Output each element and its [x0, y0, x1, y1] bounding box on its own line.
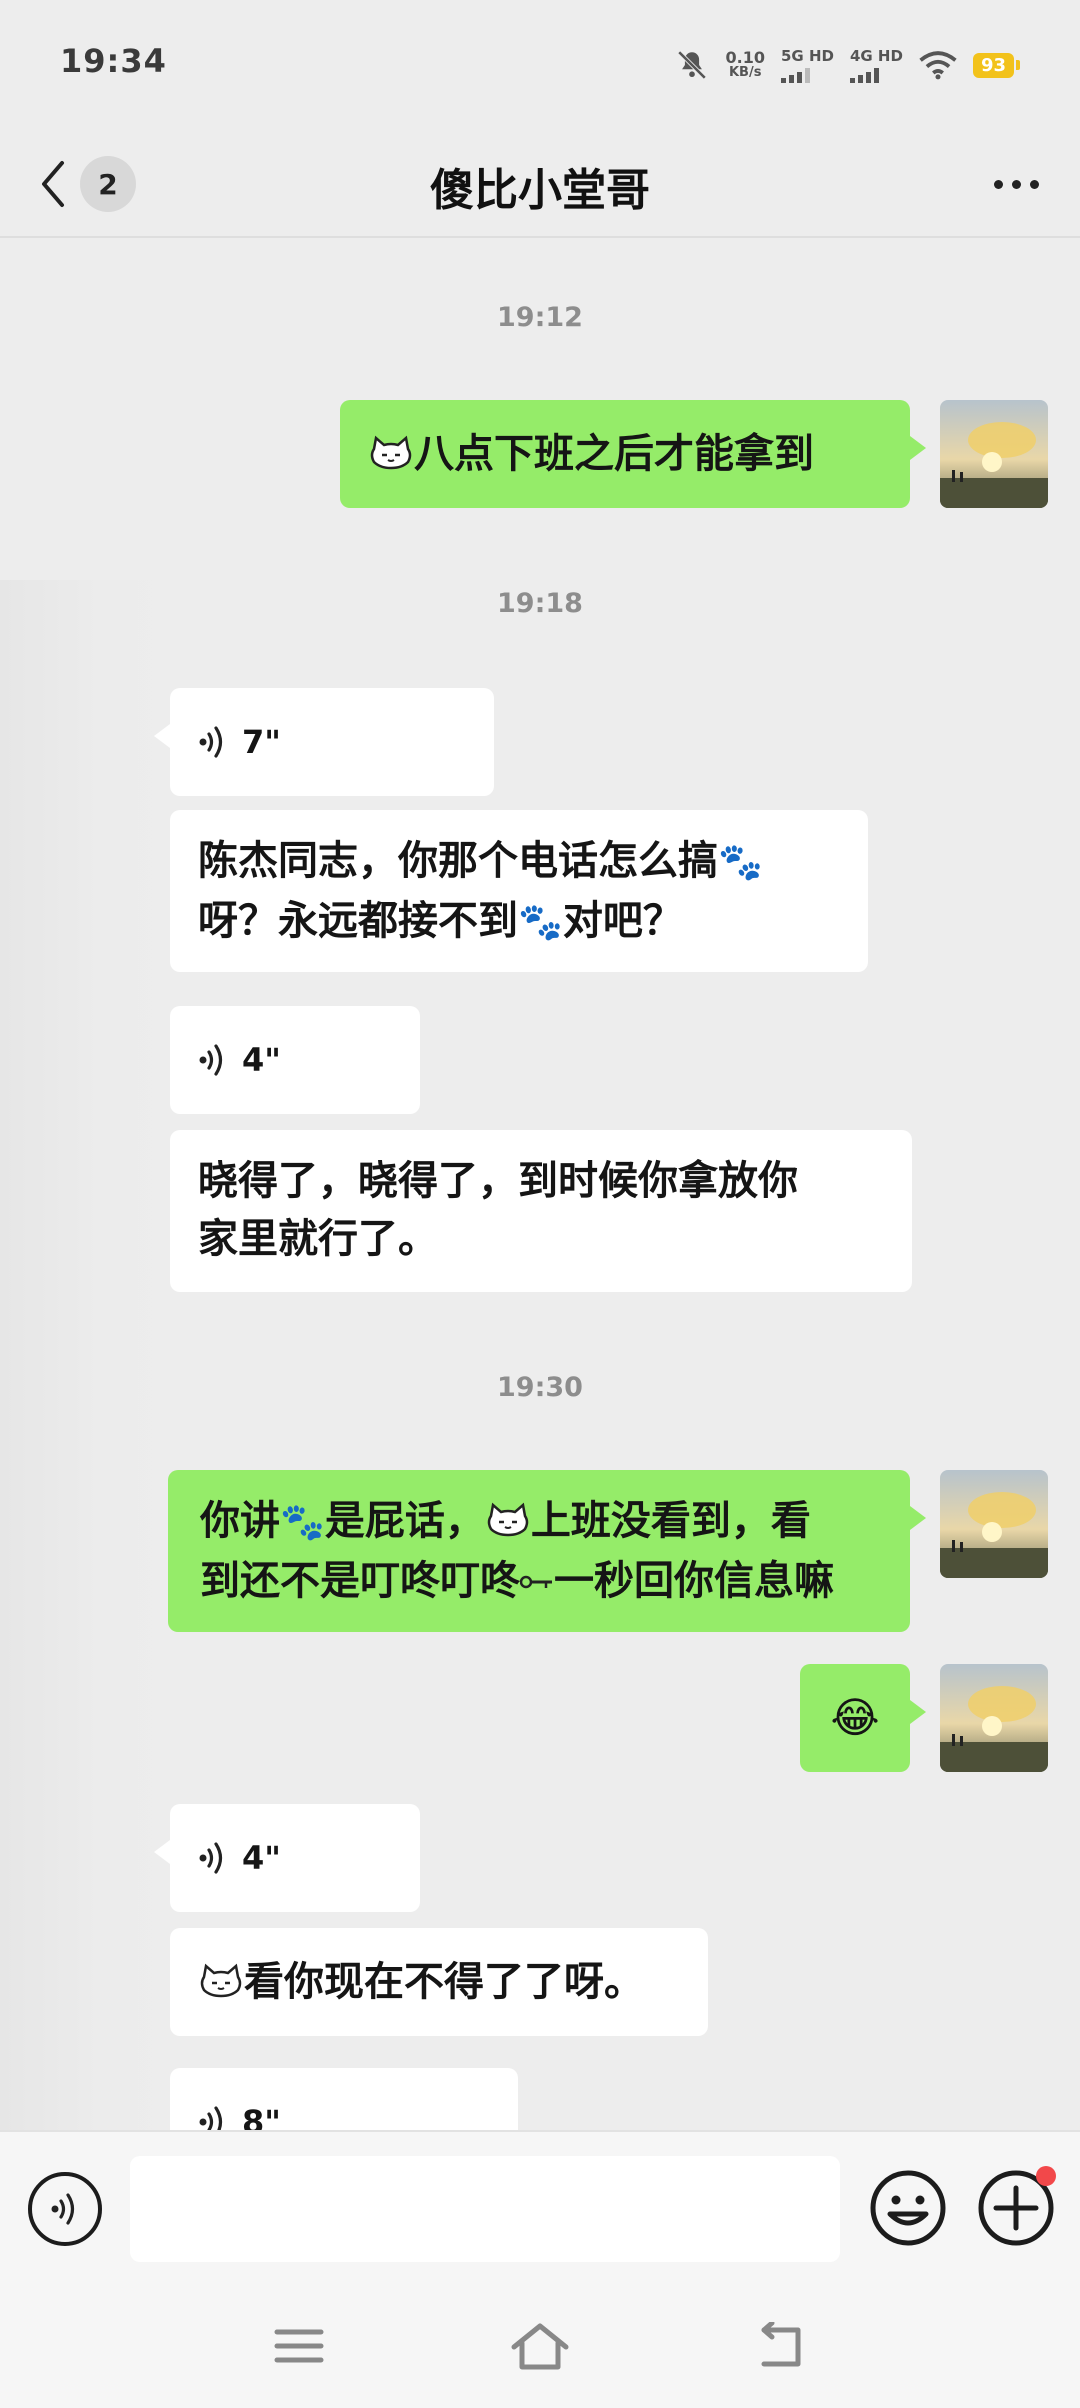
voice-wave-icon: [199, 1842, 223, 1874]
received-message-bubble[interactable]: 看你现在不得了了呀。: [170, 1928, 708, 2036]
voice-duration: 7": [242, 723, 281, 761]
message-timestamp: 19:18: [497, 588, 583, 619]
system-nav-bar: [0, 2290, 1080, 2408]
network-speed: 0.10 KB/s: [725, 48, 765, 81]
sent-message-bubble[interactable]: 八点下班之后才能拿到: [340, 400, 926, 508]
paw-prints-icon: 🐾: [280, 1502, 325, 1543]
signal-4g: 4G HD: [849, 47, 903, 83]
cat-face-icon: [200, 1963, 242, 1998]
back-arrow-icon: [761, 2322, 801, 2367]
more-dot-icon: [993, 179, 1003, 189]
signal-bars-icon: [780, 67, 810, 83]
paw-prints-icon: 🐾: [718, 842, 763, 883]
more-dot-icon: [1011, 179, 1021, 189]
voice-input-button[interactable]: [28, 2172, 102, 2246]
message-text-input[interactable]: [130, 2156, 840, 2262]
paw-prints-icon: 🐾: [518, 902, 563, 943]
message-list[interactable]: 19:12 八点下班之后才能拿到 19:18 7" 陈杰同志，你那个电话怎么搞🐾…: [0, 240, 1080, 2130]
sent-emoji-bubble[interactable]: 😂: [800, 1664, 926, 1772]
voice-message-bubble[interactable]: 7": [154, 688, 494, 796]
my-avatar[interactable]: [940, 1470, 1048, 1578]
status-icons: 0.10 KB/s 5G HD 4G HD 93: [675, 40, 1020, 90]
chat-header: 2 傻比小堂哥: [0, 130, 1080, 238]
cat-face-icon: [487, 1502, 529, 1537]
received-message-bubble[interactable]: 晓得了，晓得了，到时候你拿放你 家里就行了。: [170, 1130, 912, 1292]
voice-message-bubble[interactable]: 8": [170, 2068, 518, 2130]
cat-face-icon: [370, 435, 412, 470]
signal-bars-icon: [849, 67, 879, 83]
message-timestamp: 19:30: [497, 1372, 583, 1403]
menu-icon: [274, 2329, 324, 2363]
nav-menu-button[interactable]: [264, 2318, 334, 2374]
chat-title: 傻比小堂哥: [430, 165, 650, 216]
voice-wave-icon: [199, 2106, 223, 2130]
notification-dot: [1036, 2166, 1056, 2186]
signal-5g: 5G HD: [780, 47, 834, 83]
voice-wave-icon: [199, 1044, 223, 1076]
status-time: 19:34: [60, 42, 167, 80]
nav-home-button[interactable]: [505, 2318, 575, 2374]
voice-duration: 8": [242, 2103, 281, 2130]
blurred-contact-avatar-area: [0, 580, 170, 2130]
mute-bell-icon: [678, 50, 707, 80]
battery-icon: 93: [972, 52, 1020, 78]
key-icon: [519, 1575, 552, 1589]
voice-message-bubble[interactable]: 4": [170, 1006, 420, 1114]
voice-wave-icon: [199, 726, 223, 758]
status-bar: 19:34 0.10 KB/s 5G HD 4G HD 93: [0, 0, 1080, 130]
wifi-icon: [919, 51, 957, 80]
emoji-smiley-icon[interactable]: [868, 2168, 948, 2248]
message-timestamp: 19:12: [497, 302, 583, 333]
home-icon: [511, 2323, 569, 2370]
laughing-tears-emoji-icon: 😂: [830, 1693, 880, 1742]
nav-back-button[interactable]: [746, 2318, 816, 2374]
voice-message-bubble[interactable]: 4": [154, 1804, 420, 1912]
voice-wave-icon: [51, 2193, 75, 2225]
received-message-bubble[interactable]: 陈杰同志，你那个电话怎么搞🐾 呀？永远都接不到🐾对吧？: [170, 810, 868, 972]
my-avatar[interactable]: [940, 1664, 1048, 1772]
more-dot-icon: [1029, 179, 1039, 189]
more-options-button[interactable]: [986, 156, 1046, 212]
sent-message-bubble[interactable]: 你讲🐾是屁话， 上班没看到，看 到还不是叮咚叮咚 一秒回你信息嘛: [168, 1470, 926, 1632]
voice-duration: 4": [242, 1839, 281, 1877]
input-bar: [0, 2130, 1080, 2290]
my-avatar[interactable]: [940, 400, 1048, 508]
voice-duration: 4": [242, 1041, 281, 1079]
